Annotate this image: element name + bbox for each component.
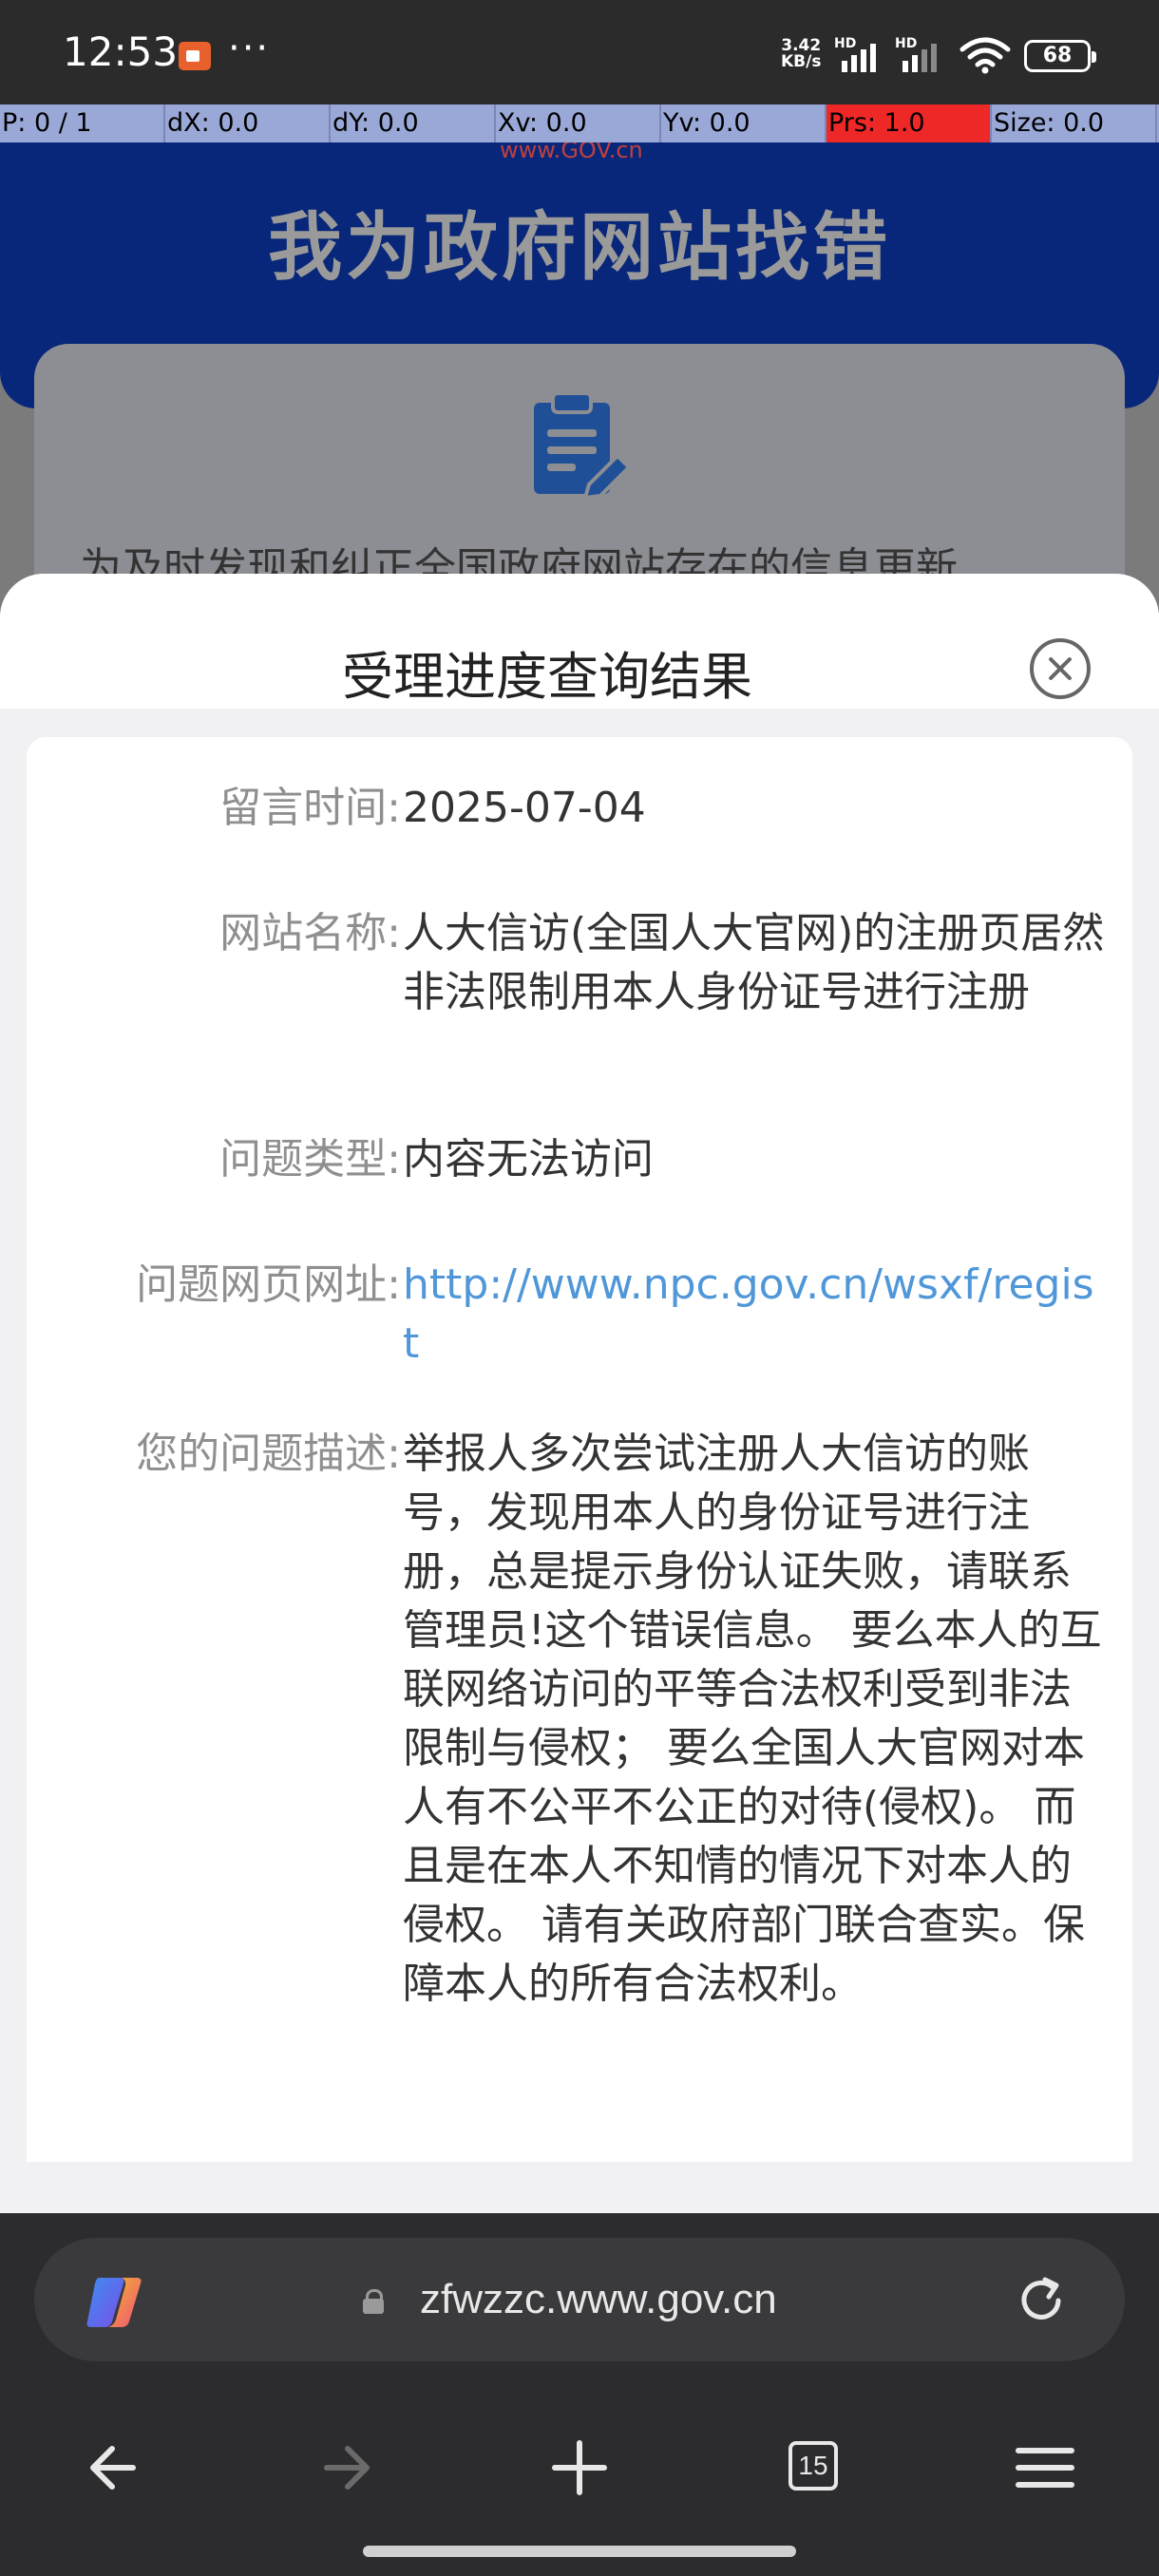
result-sheet: 受理进度查询结果 留言时间: 2025-07-04 网站名称: 人大信访(全国人… — [0, 574, 1159, 2213]
status-more-icon: ··· — [228, 27, 271, 70]
issue-url-link[interactable]: http://www.npc.gov.cn/wsxf/regist — [403, 1256, 1106, 1373]
arrow-left-icon — [90, 2446, 136, 2490]
home-indicator[interactable] — [363, 2546, 796, 2557]
battery-icon: 68 — [1024, 40, 1096, 72]
browser-nav-row: 15 — [0, 2420, 1159, 2515]
menu-button[interactable] — [998, 2420, 1092, 2515]
tabs-button[interactable]: 15 — [764, 2420, 859, 2515]
cell-signal-2-icon: HD — [895, 36, 950, 72]
tab-count: 15 — [788, 2441, 838, 2491]
debug-pointer-count: P: 0 / 1 — [0, 104, 165, 142]
row-label: 网站名称: — [219, 909, 401, 957]
network-speed: 3.42 KB/s — [781, 38, 821, 70]
result-detail-card: 留言时间: 2025-07-04 网站名称: 人大信访(全国人大官网)的注册页居… — [27, 737, 1132, 2162]
row-label: 问题网页网址: — [136, 1260, 401, 1309]
status-bar: 12:53 ··· 3.42 KB/s HD HD 68 — [0, 0, 1159, 104]
row-value: 2025-07-04 — [403, 784, 646, 832]
debug-dy: dY: 0.0 — [331, 104, 496, 142]
row-label: 留言时间: — [219, 784, 401, 832]
back-button[interactable] — [66, 2420, 162, 2515]
pointer-debug-overlay: P: 0 / 1 dX: 0.0 dY: 0.0 Xv: 0.0 Yv: 0.0… — [0, 104, 1159, 142]
screen-record-icon — [179, 42, 211, 70]
report-document-icon — [534, 391, 632, 500]
cell-signal-1-icon: HD — [834, 36, 889, 72]
row-value: 内容无法访问 — [403, 1135, 654, 1184]
hamburger-menu-icon — [1016, 2448, 1074, 2488]
hero-title: 我为政府网站找错 — [267, 205, 891, 291]
debug-size: Size: 0.0 — [992, 104, 1157, 142]
row-value: 人大信访(全国人大官网)的注册页居然非法限制用本人身份证号进行注册 — [403, 909, 1105, 1016]
browser-toolbar: zfwzzc.www.gov.cn 15 — [0, 2213, 1159, 2576]
row-label: 您的问题描述: — [136, 1430, 401, 1478]
plus-icon — [552, 2440, 607, 2495]
debug-pressure: Prs: 1.0 — [826, 104, 992, 142]
debug-xv: Xv: 0.0 — [496, 104, 661, 142]
new-tab-button[interactable] — [532, 2420, 627, 2515]
gov-logo: www.GOV.cn — [500, 142, 643, 163]
address-bar[interactable]: zfwzzc.www.gov.cn — [34, 2238, 1125, 2361]
lock-icon — [363, 2289, 384, 2314]
close-button[interactable] — [1030, 638, 1091, 699]
debug-yv: Yv: 0.0 — [661, 104, 826, 142]
sheet-header: 受理进度查询结果 — [0, 574, 1159, 709]
copilot-icon[interactable] — [82, 2274, 146, 2331]
reload-icon[interactable] — [1013, 2272, 1070, 2329]
debug-dx: dX: 0.0 — [165, 104, 331, 142]
row-label: 问题类型: — [219, 1135, 401, 1184]
row-value: 举报人多次尝试注册人大信访的账号，发现用本人的身份证号进行注册，总是提示身份认证… — [403, 1430, 1102, 2008]
status-time: 12:53 — [63, 28, 179, 75]
wifi-icon — [960, 37, 1011, 74]
network-speed-unit: KB/s — [781, 52, 822, 71]
arrow-right-icon — [324, 2446, 370, 2490]
sheet-title: 受理进度查询结果 — [342, 647, 752, 707]
url-text[interactable]: zfwzzc.www.gov.cn — [420, 2270, 777, 2329]
forward-button[interactable] — [298, 2420, 393, 2515]
